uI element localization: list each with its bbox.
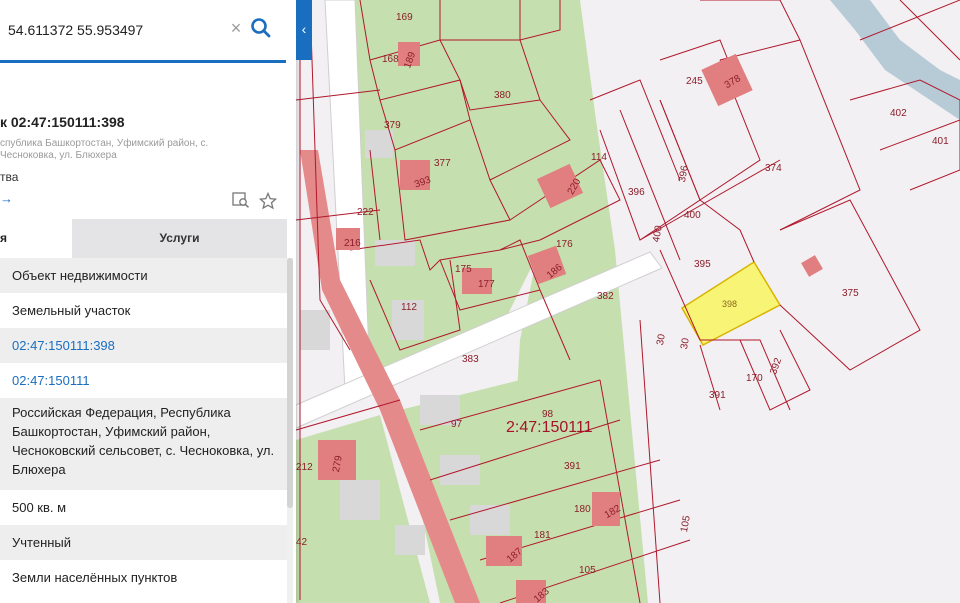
parcel-label: 168 [382, 54, 399, 65]
search-icon[interactable] [248, 14, 274, 42]
collapse-panel-button[interactable]: ‹ [296, 0, 312, 60]
parcel-label: 212 [296, 462, 313, 473]
cadastral-number-link[interactable]: 02:47:150111:398 [0, 328, 287, 363]
parcel-label: 180 [574, 504, 591, 515]
parcel-label: 382 [597, 291, 614, 302]
parcel-label: 245 [686, 76, 703, 87]
parcel-address: спублика Башкортостан, Уфимский район, с… [0, 138, 209, 161]
tabs: я Услуги [0, 219, 287, 258]
parcel-label: 375 [842, 288, 859, 299]
parcel-label: 398 [722, 299, 737, 309]
parcel-label: 97 [451, 419, 463, 430]
tab-services-label: Услуги [159, 231, 200, 245]
info-panel: × к 02:47:150111:398 спублика Башкортост… [0, 0, 296, 603]
parcel-label: 176 [556, 239, 573, 250]
parcel-label: 383 [462, 354, 479, 365]
cadastral-quarter-label: 2:47:150111 [506, 419, 593, 436]
parcel-label: 175 [455, 264, 472, 275]
parcel-label: 181 [534, 530, 551, 541]
parcel-label: 401 [932, 136, 949, 147]
parcel-title: к 02:47:150111:398 [0, 114, 125, 130]
parcel-label: 402 [890, 108, 907, 119]
parcel-label: 222 [357, 207, 374, 218]
parcel-label: 170 [746, 373, 763, 384]
parcel-label: 216 [344, 238, 361, 249]
zoom-to-object-icon[interactable] [232, 192, 250, 208]
parcel-label: 396 [628, 187, 645, 198]
parcel-label: 112 [401, 302, 417, 313]
info-list: Объект недвижимости Земельный участок 02… [0, 258, 287, 595]
parcel-label: 395 [694, 259, 711, 270]
area-row: 500 кв. м [12, 500, 67, 515]
search-bar: × [0, 0, 286, 63]
parcel-label: 400 [684, 210, 701, 221]
parcel-label: 374 [765, 163, 782, 174]
parcel-label: 114 [591, 152, 607, 163]
parcel-label: 380 [494, 90, 511, 101]
parcel-label: 379 [384, 120, 401, 131]
cadastral-quarter-link[interactable]: 02:47:150111 [0, 363, 287, 398]
clear-search-button[interactable]: × [226, 16, 246, 40]
arrow-right-icon[interactable]: → [0, 191, 13, 206]
search-input[interactable] [6, 16, 220, 44]
parcel-label: 391 [564, 461, 581, 472]
parcel-label: 177 [478, 279, 495, 290]
status-row: Учтенный [0, 525, 287, 560]
tab-info-label: я [0, 231, 8, 245]
object-type-row: Объект недвижимости [0, 258, 287, 293]
parcel-label: 391 [709, 390, 726, 401]
tab-info[interactable]: я [0, 219, 72, 258]
land-category-row: Земли населённых пунктов [12, 570, 178, 585]
tab-services[interactable]: Услуги [72, 219, 287, 258]
parcel-label: 169 [396, 12, 413, 23]
scrollbar-thumb[interactable] [287, 258, 293, 508]
parcel-label: 377 [434, 158, 451, 169]
address-row: Российская Федерация, Республика Башкорт… [0, 398, 287, 490]
star-icon[interactable] [259, 192, 277, 210]
parcel-label: 42 [296, 537, 308, 548]
object-kind-row: Земельный участок [12, 303, 131, 318]
scrollbar[interactable] [287, 258, 293, 603]
parcel-status: тва [0, 170, 19, 184]
parcel-label: 105 [579, 565, 596, 576]
